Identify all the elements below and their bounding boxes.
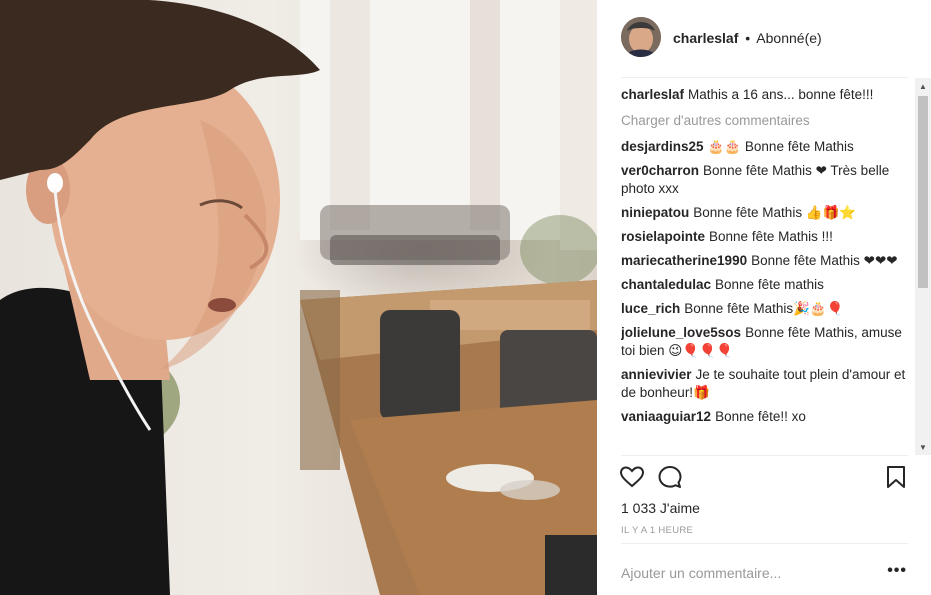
comment-author[interactable]: niniepatou <box>621 205 689 220</box>
comment-text: Bonne fête mathis <box>715 277 824 292</box>
comment-author[interactable]: jolielune_love5sos <box>621 325 741 340</box>
comment-author[interactable]: luce_rich <box>621 301 680 316</box>
scrollbar-thumb[interactable] <box>918 96 928 288</box>
comment-item: ver0charron Bonne fête Mathis ❤ Très bell… <box>621 162 911 198</box>
comment-item: rosielapointe Bonne fête Mathis !!! <box>621 228 911 246</box>
comment-item: vaniaaguiar12 Bonne fête!! xo <box>621 408 911 426</box>
comments-list[interactable]: charleslaf Mathis a 16 ans... bonne fête!… <box>621 86 911 454</box>
load-more-comments-button[interactable]: Charger d'autres commentaires <box>621 112 911 130</box>
comment-text: 🎂🎂 Bonne fête Mathis <box>707 139 854 154</box>
avatar[interactable] <box>621 17 661 57</box>
more-options-icon[interactable]: ••• <box>887 562 907 580</box>
comment-text: Bonne fête Mathis !!! <box>709 229 833 244</box>
comment-item: jolielune_love5sos Bonne fête Mathis, amu… <box>621 324 911 360</box>
caption-author[interactable]: charleslaf <box>621 87 684 102</box>
follow-status[interactable]: Abonné(e) <box>756 30 821 46</box>
comment-text: Bonne fête Mathis🎉🎂🎈 <box>684 301 844 316</box>
header-divider <box>621 77 908 78</box>
comment-author[interactable]: annievivier <box>621 367 692 382</box>
username-link[interactable]: charleslaf <box>673 30 738 46</box>
scroll-up-arrow-icon[interactable]: ▲ <box>915 78 931 94</box>
caption-text: Mathis a 16 ans... bonne fête!!! <box>688 87 874 102</box>
add-comment-input[interactable] <box>621 558 871 588</box>
post-header: charleslaf • Abonné(e) <box>597 0 931 78</box>
separator-dot: • <box>745 30 751 46</box>
comment-item: chantaledulac Bonne fête mathis <box>621 276 911 294</box>
comment-icon[interactable] <box>657 464 683 490</box>
caption: charleslaf Mathis a 16 ans... bonne fête!… <box>621 86 911 104</box>
post-header-text: charleslaf • Abonné(e) <box>673 30 822 46</box>
post-timestamp: IL Y A 1 HEURE <box>621 525 694 536</box>
post-actions <box>619 464 911 492</box>
add-comment-divider <box>621 543 908 544</box>
comment-text: Bonne fête Mathis ❤❤❤ <box>751 253 898 268</box>
scroll-down-arrow-icon[interactable]: ▼ <box>915 439 931 455</box>
actions-divider <box>621 455 908 456</box>
post-photo[interactable] <box>0 0 597 595</box>
photo-illustration <box>0 0 597 595</box>
comment-text: Bonne fête Mathis 👍🎁⭐ <box>693 205 857 220</box>
likes-count[interactable]: 1 033 J'aime <box>621 500 700 516</box>
comment-author[interactable]: chantaledulac <box>621 277 711 292</box>
comments-scrollbar[interactable]: ▲ ▼ <box>915 78 931 455</box>
comment-item: annievivier Je te souhaite tout plein d'a… <box>621 366 911 402</box>
comment-author[interactable]: desjardins25 <box>621 139 704 154</box>
comment-item: desjardins25 🎂🎂 Bonne fête Mathis <box>621 138 911 156</box>
comment-item: luce_rich Bonne fête Mathis🎉🎂🎈 <box>621 300 911 318</box>
comment-item: niniepatou Bonne fête Mathis 👍🎁⭐ <box>621 204 911 222</box>
comment-author[interactable]: rosielapointe <box>621 229 705 244</box>
comment-author[interactable]: mariecatherine1990 <box>621 253 747 268</box>
comment-item: mariecatherine1990 Bonne fête Mathis ❤❤❤ <box>621 252 911 270</box>
heart-icon[interactable] <box>619 464 645 490</box>
add-comment-bar: ••• <box>621 558 911 588</box>
comment-author[interactable]: ver0charron <box>621 163 699 178</box>
comment-text: Bonne fête!! xo <box>715 409 806 424</box>
comment-author[interactable]: vaniaaguiar12 <box>621 409 711 424</box>
post-sidebar: charleslaf • Abonné(e) charleslaf Mathis … <box>597 0 931 595</box>
bookmark-icon[interactable] <box>883 464 909 490</box>
avatar-image <box>621 17 661 57</box>
